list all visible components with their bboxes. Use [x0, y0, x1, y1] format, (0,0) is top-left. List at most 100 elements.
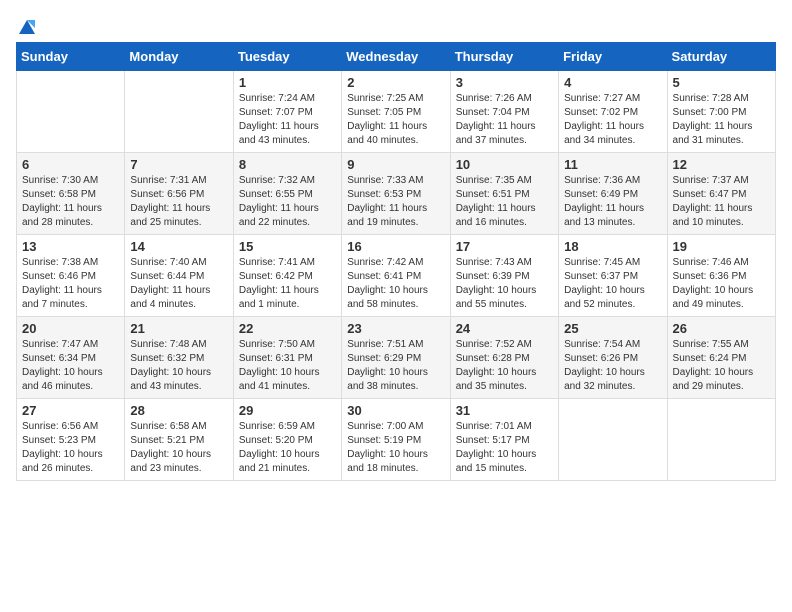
calendar-cell: 13 Sunrise: 7:38 AM Sunset: 6:46 PM Dayl…	[17, 235, 125, 317]
calendar-cell: 21 Sunrise: 7:48 AM Sunset: 6:32 PM Dayl…	[125, 317, 233, 399]
day-number: 13	[22, 239, 119, 254]
day-number: 12	[673, 157, 770, 172]
day-info: Sunrise: 6:59 AM Sunset: 5:20 PM Dayligh…	[239, 420, 336, 476]
calendar-cell: 4 Sunrise: 7:27 AM Sunset: 7:02 PM Dayli…	[559, 71, 667, 153]
day-of-week-header: Tuesday	[233, 43, 341, 71]
calendar-cell: 17 Sunrise: 7:43 AM Sunset: 6:39 PM Dayl…	[450, 235, 558, 317]
day-info: Sunrise: 7:54 AM Sunset: 6:26 PM Dayligh…	[564, 338, 661, 394]
day-info: Sunrise: 7:46 AM Sunset: 6:36 PM Dayligh…	[673, 256, 770, 312]
day-info: Sunrise: 6:58 AM Sunset: 5:21 PM Dayligh…	[130, 420, 227, 476]
day-number: 7	[130, 157, 227, 172]
day-info: Sunrise: 7:24 AM Sunset: 7:07 PM Dayligh…	[239, 92, 336, 148]
day-number: 15	[239, 239, 336, 254]
day-info: Sunrise: 7:33 AM Sunset: 6:53 PM Dayligh…	[347, 174, 444, 230]
day-number: 20	[22, 321, 119, 336]
day-number: 22	[239, 321, 336, 336]
day-info: Sunrise: 7:27 AM Sunset: 7:02 PM Dayligh…	[564, 92, 661, 148]
day-of-week-header: Wednesday	[342, 43, 450, 71]
calendar-cell: 26 Sunrise: 7:55 AM Sunset: 6:24 PM Dayl…	[667, 317, 775, 399]
calendar-cell: 2 Sunrise: 7:25 AM Sunset: 7:05 PM Dayli…	[342, 71, 450, 153]
day-number: 18	[564, 239, 661, 254]
logo	[16, 16, 37, 32]
day-info: Sunrise: 7:45 AM Sunset: 6:37 PM Dayligh…	[564, 256, 661, 312]
day-info: Sunrise: 6:56 AM Sunset: 5:23 PM Dayligh…	[22, 420, 119, 476]
day-info: Sunrise: 7:42 AM Sunset: 6:41 PM Dayligh…	[347, 256, 444, 312]
calendar-week-row: 13 Sunrise: 7:38 AM Sunset: 6:46 PM Dayl…	[17, 235, 776, 317]
calendar-cell	[559, 399, 667, 481]
day-info: Sunrise: 7:26 AM Sunset: 7:04 PM Dayligh…	[456, 92, 553, 148]
calendar-cell: 12 Sunrise: 7:37 AM Sunset: 6:47 PM Dayl…	[667, 153, 775, 235]
day-number: 31	[456, 403, 553, 418]
day-info: Sunrise: 7:38 AM Sunset: 6:46 PM Dayligh…	[22, 256, 119, 312]
calendar-cell: 5 Sunrise: 7:28 AM Sunset: 7:00 PM Dayli…	[667, 71, 775, 153]
day-number: 8	[239, 157, 336, 172]
day-info: Sunrise: 7:28 AM Sunset: 7:00 PM Dayligh…	[673, 92, 770, 148]
day-number: 17	[456, 239, 553, 254]
day-info: Sunrise: 7:50 AM Sunset: 6:31 PM Dayligh…	[239, 338, 336, 394]
calendar-cell: 27 Sunrise: 6:56 AM Sunset: 5:23 PM Dayl…	[17, 399, 125, 481]
calendar-table: SundayMondayTuesdayWednesdayThursdayFrid…	[16, 42, 776, 481]
logo-icon	[17, 16, 37, 36]
calendar-cell: 15 Sunrise: 7:41 AM Sunset: 6:42 PM Dayl…	[233, 235, 341, 317]
day-number: 4	[564, 75, 661, 90]
day-info: Sunrise: 7:30 AM Sunset: 6:58 PM Dayligh…	[22, 174, 119, 230]
calendar-cell: 1 Sunrise: 7:24 AM Sunset: 7:07 PM Dayli…	[233, 71, 341, 153]
day-number: 23	[347, 321, 444, 336]
calendar-cell: 28 Sunrise: 6:58 AM Sunset: 5:21 PM Dayl…	[125, 399, 233, 481]
day-number: 3	[456, 75, 553, 90]
day-info: Sunrise: 7:43 AM Sunset: 6:39 PM Dayligh…	[456, 256, 553, 312]
calendar-cell: 22 Sunrise: 7:50 AM Sunset: 6:31 PM Dayl…	[233, 317, 341, 399]
calendar-cell	[125, 71, 233, 153]
day-number: 19	[673, 239, 770, 254]
day-info: Sunrise: 7:25 AM Sunset: 7:05 PM Dayligh…	[347, 92, 444, 148]
day-info: Sunrise: 7:31 AM Sunset: 6:56 PM Dayligh…	[130, 174, 227, 230]
calendar-cell: 9 Sunrise: 7:33 AM Sunset: 6:53 PM Dayli…	[342, 153, 450, 235]
calendar-cell: 20 Sunrise: 7:47 AM Sunset: 6:34 PM Dayl…	[17, 317, 125, 399]
day-info: Sunrise: 7:35 AM Sunset: 6:51 PM Dayligh…	[456, 174, 553, 230]
day-number: 5	[673, 75, 770, 90]
calendar-cell: 8 Sunrise: 7:32 AM Sunset: 6:55 PM Dayli…	[233, 153, 341, 235]
day-number: 27	[22, 403, 119, 418]
calendar-cell: 19 Sunrise: 7:46 AM Sunset: 6:36 PM Dayl…	[667, 235, 775, 317]
day-number: 26	[673, 321, 770, 336]
day-info: Sunrise: 7:40 AM Sunset: 6:44 PM Dayligh…	[130, 256, 227, 312]
day-info: Sunrise: 7:47 AM Sunset: 6:34 PM Dayligh…	[22, 338, 119, 394]
day-info: Sunrise: 7:37 AM Sunset: 6:47 PM Dayligh…	[673, 174, 770, 230]
calendar-cell: 3 Sunrise: 7:26 AM Sunset: 7:04 PM Dayli…	[450, 71, 558, 153]
day-info: Sunrise: 7:00 AM Sunset: 5:19 PM Dayligh…	[347, 420, 444, 476]
day-number: 16	[347, 239, 444, 254]
day-info: Sunrise: 7:41 AM Sunset: 6:42 PM Dayligh…	[239, 256, 336, 312]
calendar-week-row: 27 Sunrise: 6:56 AM Sunset: 5:23 PM Dayl…	[17, 399, 776, 481]
day-of-week-header: Thursday	[450, 43, 558, 71]
calendar-cell: 25 Sunrise: 7:54 AM Sunset: 6:26 PM Dayl…	[559, 317, 667, 399]
calendar-cell	[667, 399, 775, 481]
calendar-cell: 6 Sunrise: 7:30 AM Sunset: 6:58 PM Dayli…	[17, 153, 125, 235]
day-of-week-header: Sunday	[17, 43, 125, 71]
calendar-cell: 16 Sunrise: 7:42 AM Sunset: 6:41 PM Dayl…	[342, 235, 450, 317]
day-of-week-header: Monday	[125, 43, 233, 71]
day-info: Sunrise: 7:52 AM Sunset: 6:28 PM Dayligh…	[456, 338, 553, 394]
day-info: Sunrise: 7:48 AM Sunset: 6:32 PM Dayligh…	[130, 338, 227, 394]
day-number: 25	[564, 321, 661, 336]
page-header	[16, 16, 776, 32]
day-info: Sunrise: 7:51 AM Sunset: 6:29 PM Dayligh…	[347, 338, 444, 394]
calendar-week-row: 20 Sunrise: 7:47 AM Sunset: 6:34 PM Dayl…	[17, 317, 776, 399]
calendar-cell: 24 Sunrise: 7:52 AM Sunset: 6:28 PM Dayl…	[450, 317, 558, 399]
calendar-cell: 10 Sunrise: 7:35 AM Sunset: 6:51 PM Dayl…	[450, 153, 558, 235]
day-number: 29	[239, 403, 336, 418]
calendar-cell: 31 Sunrise: 7:01 AM Sunset: 5:17 PM Dayl…	[450, 399, 558, 481]
calendar-cell: 29 Sunrise: 6:59 AM Sunset: 5:20 PM Dayl…	[233, 399, 341, 481]
calendar-cell: 30 Sunrise: 7:00 AM Sunset: 5:19 PM Dayl…	[342, 399, 450, 481]
calendar-header-row: SundayMondayTuesdayWednesdayThursdayFrid…	[17, 43, 776, 71]
calendar-cell: 7 Sunrise: 7:31 AM Sunset: 6:56 PM Dayli…	[125, 153, 233, 235]
calendar-cell	[17, 71, 125, 153]
day-number: 9	[347, 157, 444, 172]
calendar-week-row: 6 Sunrise: 7:30 AM Sunset: 6:58 PM Dayli…	[17, 153, 776, 235]
day-number: 30	[347, 403, 444, 418]
calendar-cell: 18 Sunrise: 7:45 AM Sunset: 6:37 PM Dayl…	[559, 235, 667, 317]
day-number: 10	[456, 157, 553, 172]
day-number: 1	[239, 75, 336, 90]
calendar-cell: 14 Sunrise: 7:40 AM Sunset: 6:44 PM Dayl…	[125, 235, 233, 317]
day-info: Sunrise: 7:01 AM Sunset: 5:17 PM Dayligh…	[456, 420, 553, 476]
day-info: Sunrise: 7:32 AM Sunset: 6:55 PM Dayligh…	[239, 174, 336, 230]
